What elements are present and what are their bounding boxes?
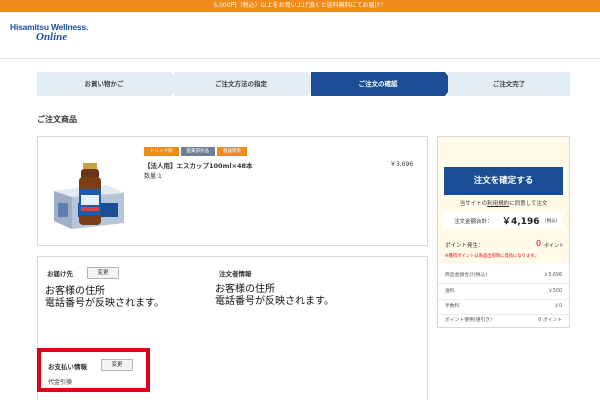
- payment-label: お支払い情報: [48, 363, 87, 371]
- tag-quasi-drug: 医薬部外品: [180, 147, 215, 156]
- total-label: 注文金額合計：: [454, 219, 493, 225]
- row-value: ￥3,696: [543, 273, 562, 278]
- step-complete: ご注文完了: [448, 72, 570, 96]
- summary-row-fee: 手数料 ￥0: [445, 302, 562, 312]
- order-total-box: 注文金額合計： ￥4,196 (税込): [444, 211, 563, 229]
- tag-reduced-tax: 軽減税率: [217, 147, 247, 156]
- terms-post: に同意して注文: [509, 201, 548, 207]
- product-quantity: 数量:1: [144, 173, 162, 180]
- row-value: ￥0: [554, 304, 562, 309]
- step-cart: お買い物かご: [37, 72, 171, 96]
- orderer-address: お客様の住所: [215, 284, 275, 295]
- summary-row-shipping: 送料 ￥500: [445, 287, 562, 297]
- checkout-steps: お買い物かご ご注文方法の指定 ご注文の確認 ご注文完了: [37, 72, 570, 96]
- summary-divider: [438, 314, 569, 315]
- row-label: ポイント使用(値引き): [445, 318, 492, 323]
- order-summary-sidebar: 注文を確定する 当サイトの利用規約に同意して注文 注文金額合計： ￥4,196 …: [437, 136, 570, 328]
- delivery-address: お客様の住所: [45, 286, 105, 297]
- points-unit: ポイント: [544, 243, 565, 249]
- order-items-title: ご注文商品: [37, 115, 77, 124]
- header-divider: [0, 58, 600, 59]
- row-label: 手数料: [445, 304, 460, 309]
- points-note: ※獲得ポイントは商品出荷時に発効になります。: [445, 254, 539, 259]
- delivery-phone: 電話番号が反映されます。: [45, 298, 164, 309]
- terms-agreement: 当サイトの利用規約に同意して注文: [438, 199, 569, 207]
- payment-method: 代金引換: [48, 379, 73, 386]
- orderer-phone: 電話番号が反映されます。: [215, 296, 334, 307]
- orderer-label: 注文者情報: [219, 270, 252, 278]
- row-value: 0 ポイント: [538, 318, 562, 323]
- free-shipping-banner: 5,000円（税込）以上をお買い上げ頂くと送料無料にてお届け！: [0, 0, 600, 12]
- summary-row-points-used: ポイント使用(値引き) 0 ポイント: [445, 316, 562, 326]
- points-value: 0: [536, 239, 542, 248]
- step-confirm-active: ご注文の確認: [311, 72, 445, 96]
- change-delivery-button[interactable]: 変更: [87, 267, 119, 279]
- points-label: ポイント発生：: [445, 243, 484, 249]
- product-image: [54, 163, 124, 229]
- product-card: ドリンク剤 医薬部外品 軽減税率 【法人用】エスカップ100ml×48本 数量:1 …: [37, 136, 428, 246]
- terms-pre: 当サイトの: [459, 201, 488, 207]
- row-label: 送料: [445, 289, 455, 294]
- confirm-order-button[interactable]: 注文を確定する: [444, 167, 563, 195]
- product-tags: ドリンク剤 医薬部外品 軽減税率: [144, 147, 249, 157]
- step-order-method: ご注文方法の指定: [174, 72, 308, 96]
- product-name[interactable]: 【法人用】エスカップ100ml×48本: [144, 160, 253, 170]
- summary-row-subtotal: 商品金額合計(税込) ￥3,696: [445, 271, 562, 281]
- total-value: ￥4,196: [502, 217, 540, 227]
- row-label: 商品金額合計(税込): [445, 273, 488, 278]
- row-value: ￥500: [548, 289, 562, 294]
- product-price: ￥3,696: [390, 161, 414, 168]
- site-logo[interactable]: Hisamitsu Wellness. Online: [10, 22, 130, 48]
- delivery-label: お届け先: [47, 270, 73, 278]
- change-payment-button[interactable]: 変更: [101, 359, 133, 371]
- terms-link[interactable]: 利用規約: [487, 201, 509, 207]
- total-tax-note: (税込): [545, 219, 558, 224]
- logo-line2: Online: [36, 31, 68, 43]
- summary-divider: [438, 299, 569, 300]
- tag-drink: ドリンク剤: [144, 147, 179, 156]
- summary-divider: [438, 283, 569, 284]
